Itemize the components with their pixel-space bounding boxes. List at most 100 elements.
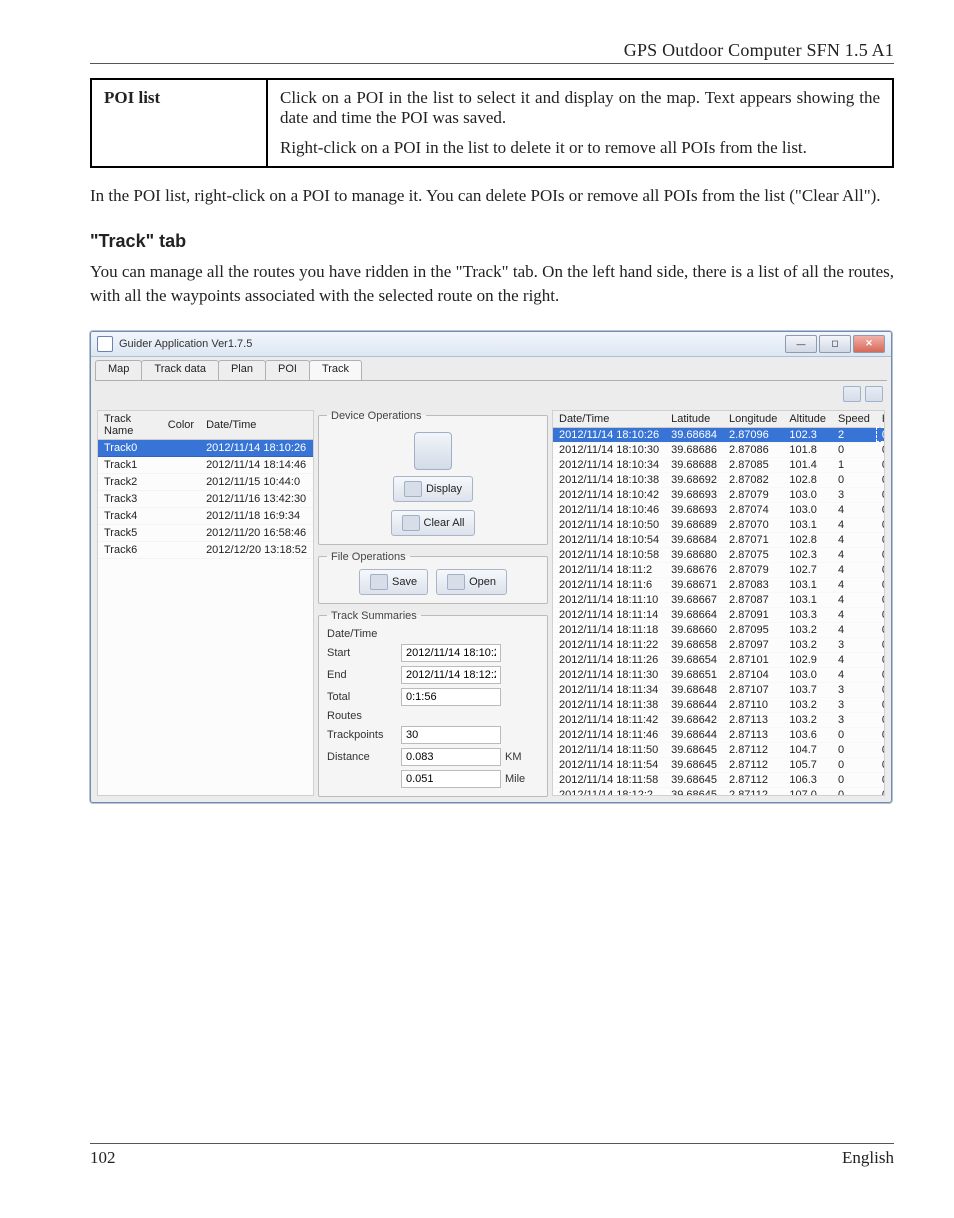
track-row[interactable]: Track12012/11/14 18:14:46 [98, 456, 313, 473]
waypoints-header[interactable]: Altitude [783, 411, 832, 428]
tab-map[interactable]: Map [95, 360, 142, 380]
track-cell-dt: 2012/11/14 18:14:46 [200, 456, 313, 473]
waypoints-header[interactable]: Latitude [665, 411, 723, 428]
waypoint-cell-alt: 103.2 [783, 712, 832, 727]
waypoint-cell-lon: 2.87074 [723, 502, 783, 517]
track-row[interactable]: Track52012/11/20 16:58:46 [98, 524, 313, 541]
waypoint-cell-lat: 39.68692 [665, 472, 723, 487]
save-button[interactable]: Save [359, 569, 428, 595]
waypoint-row[interactable]: 2012/11/14 18:10:5439.686842.87071102.84… [553, 532, 884, 547]
waypoint-cell-hrm: 0 [876, 742, 884, 757]
content-area: Track NameColorDate/Time Track02012/11/1… [97, 410, 885, 796]
waypoint-cell-alt: 103.2 [783, 697, 832, 712]
tool-icon-1[interactable] [843, 386, 861, 402]
waypoint-cell-dt: 2012/11/14 18:10:34 [553, 457, 665, 472]
waypoint-cell-hrm: 0 [876, 487, 884, 502]
file-ops-group: File Operations Save Open [318, 551, 548, 604]
waypoint-row[interactable]: 2012/11/14 18:11:1839.686602.87095103.24… [553, 622, 884, 637]
close-icon[interactable]: ✕ [853, 335, 885, 353]
waypoint-cell-spd: 4 [832, 592, 876, 607]
file-ops-legend: File Operations [327, 551, 410, 563]
track-row[interactable]: Track32012/11/16 13:42:30 [98, 490, 313, 507]
track-list-header[interactable]: Color [162, 411, 200, 440]
waypoint-cell-lon: 2.87079 [723, 487, 783, 502]
waypoint-cell-spd: 4 [832, 532, 876, 547]
waypoint-row[interactable]: 2012/11/14 18:11:239.686762.87079102.740 [553, 562, 884, 577]
waypoint-row[interactable]: 2012/11/14 18:10:3039.686862.87086101.80… [553, 442, 884, 457]
tab-plan[interactable]: Plan [218, 360, 266, 380]
waypoints-panel[interactable]: Date/TimeLatitudeLongitudeAltitudeSpeedH… [552, 410, 885, 796]
waypoint-cell-alt: 103.1 [783, 577, 832, 592]
waypoint-row[interactable]: 2012/11/14 18:10:2639.686842.87096102.32… [553, 427, 884, 442]
waypoints-header[interactable]: HRM [876, 411, 884, 428]
km-unit: KM [505, 751, 539, 763]
waypoint-cell-lat: 39.68660 [665, 622, 723, 637]
waypoint-row[interactable]: 2012/11/14 18:11:1039.686672.87087103.14… [553, 592, 884, 607]
waypoint-cell-alt: 102.7 [783, 562, 832, 577]
track-list-header[interactable]: Date/Time [200, 411, 313, 440]
waypoint-row[interactable]: 2012/11/14 18:10:5039.686892.87070103.14… [553, 517, 884, 532]
waypoint-row[interactable]: 2012/11/14 18:10:4239.686932.87079103.03… [553, 487, 884, 502]
waypoint-cell-lat: 39.68658 [665, 637, 723, 652]
waypoint-cell-lat: 39.68654 [665, 652, 723, 667]
track-list-panel[interactable]: Track NameColorDate/Time Track02012/11/1… [97, 410, 314, 796]
waypoint-cell-lat: 39.68664 [665, 607, 723, 622]
maximize-icon[interactable]: ◻ [819, 335, 851, 353]
track-list-header[interactable]: Track Name [98, 411, 162, 440]
clear-all-button[interactable]: Clear All [391, 510, 476, 536]
open-button[interactable]: Open [436, 569, 507, 595]
waypoint-row[interactable]: 2012/11/14 18:11:4639.686442.87113103.60… [553, 727, 884, 742]
minimize-icon[interactable]: — [785, 335, 817, 353]
waypoint-cell-lon: 2.87112 [723, 787, 783, 795]
waypoints-header[interactable]: Speed [832, 411, 876, 428]
waypoint-row[interactable]: 2012/11/14 18:10:4639.686932.87074103.04… [553, 502, 884, 517]
waypoint-row[interactable]: 2012/11/14 18:11:3439.686482.87107103.73… [553, 682, 884, 697]
waypoint-row[interactable]: 2012/11/14 18:12:239.686452.87112107.000 [553, 787, 884, 795]
tab-track-data[interactable]: Track data [141, 360, 219, 380]
display-button[interactable]: Display [393, 476, 473, 502]
waypoint-cell-lat: 39.68676 [665, 562, 723, 577]
waypoints-header[interactable]: Longitude [723, 411, 783, 428]
waypoint-cell-hrm: 0 [876, 547, 884, 562]
datetime-label: Date/Time [327, 628, 397, 640]
waypoint-cell-lon: 2.87096 [723, 427, 783, 442]
track-row[interactable]: Track22012/11/15 10:44:0 [98, 473, 313, 490]
waypoint-row[interactable]: 2012/11/14 18:11:5039.686452.87112104.70… [553, 742, 884, 757]
open-icon [447, 574, 465, 590]
waypoints-header[interactable]: Date/Time [553, 411, 665, 428]
waypoint-row[interactable]: 2012/11/14 18:11:4239.686422.87113103.23… [553, 712, 884, 727]
waypoint-cell-hrm: 0 [876, 532, 884, 547]
waypoint-cell-lat: 39.68684 [665, 427, 723, 442]
routes-label: Routes [327, 710, 397, 722]
waypoint-cell-dt: 2012/11/14 18:11:30 [553, 667, 665, 682]
poi-term: POI list [91, 79, 267, 167]
waypoint-cell-lat: 39.68671 [665, 577, 723, 592]
waypoint-row[interactable]: 2012/11/14 18:11:639.686712.87083103.140 [553, 577, 884, 592]
track-row[interactable]: Track62012/12/20 13:18:52 [98, 541, 313, 558]
waypoint-cell-hrm: 0 [876, 712, 884, 727]
tab-track[interactable]: Track [309, 360, 362, 380]
waypoint-row[interactable]: 2012/11/14 18:11:1439.686642.87091103.34… [553, 607, 884, 622]
waypoint-row[interactable]: 2012/11/14 18:10:3439.686882.87085101.41… [553, 457, 884, 472]
tab-poi[interactable]: POI [265, 360, 310, 380]
total-field [401, 688, 501, 706]
waypoint-row[interactable]: 2012/11/14 18:11:3839.686442.87110103.23… [553, 697, 884, 712]
waypoint-row[interactable]: 2012/11/14 18:11:5439.686452.87112105.70… [553, 757, 884, 772]
toolbar-icons [843, 386, 883, 402]
track-row[interactable]: Track02012/11/14 18:10:26 [98, 439, 313, 456]
waypoint-row[interactable]: 2012/11/14 18:11:2639.686542.87101102.94… [553, 652, 884, 667]
waypoint-row[interactable]: 2012/11/14 18:10:3839.686922.87082102.80… [553, 472, 884, 487]
waypoint-cell-hrm: 0 [876, 772, 884, 787]
waypoint-cell-spd: 3 [832, 712, 876, 727]
tool-icon-2[interactable] [865, 386, 883, 402]
waypoint-row[interactable]: 2012/11/14 18:10:5839.686802.87075102.34… [553, 547, 884, 562]
waypoint-cell-spd: 4 [832, 562, 876, 577]
page-number: 102 [90, 1148, 116, 1168]
waypoint-row[interactable]: 2012/11/14 18:11:3039.686512.87104103.04… [553, 667, 884, 682]
waypoint-cell-lat: 39.68680 [665, 547, 723, 562]
waypoint-cell-spd: 0 [832, 742, 876, 757]
track-row[interactable]: Track42012/11/18 16:9:34 [98, 507, 313, 524]
track-cell-dt: 2012/11/15 10:44:0 [200, 473, 313, 490]
waypoint-row[interactable]: 2012/11/14 18:11:5839.686452.87112106.30… [553, 772, 884, 787]
waypoint-row[interactable]: 2012/11/14 18:11:2239.686582.87097103.23… [553, 637, 884, 652]
